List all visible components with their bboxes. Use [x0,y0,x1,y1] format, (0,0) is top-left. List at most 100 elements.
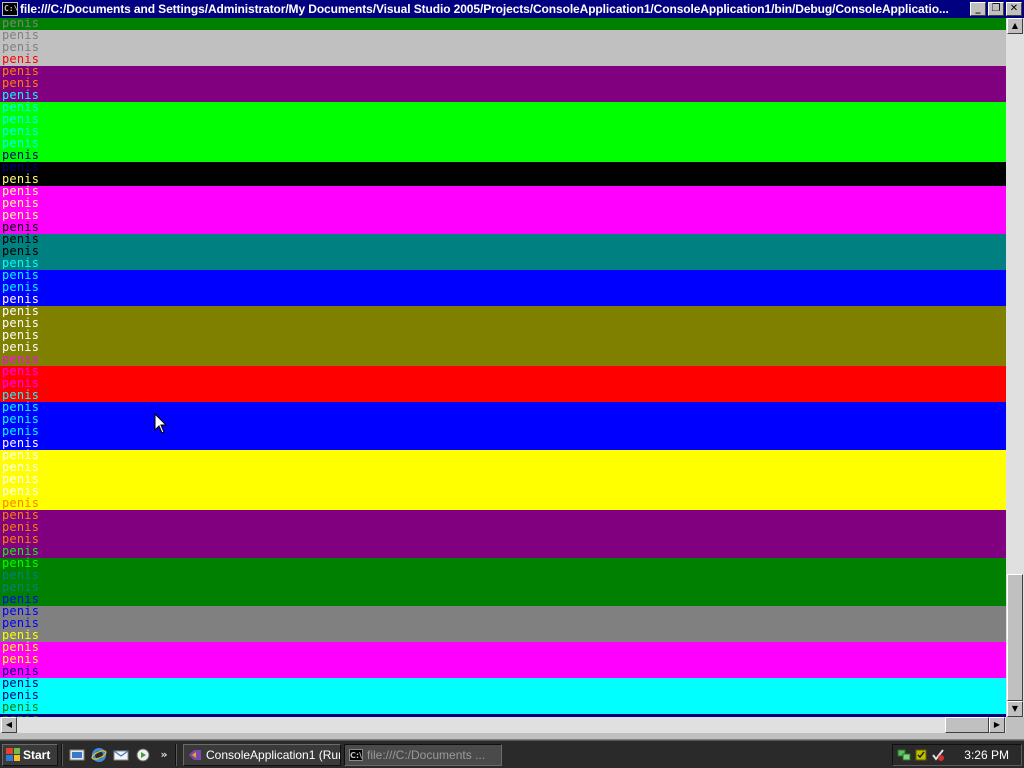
console-line: penis [0,593,1006,606]
console-line: penis [0,18,1006,30]
console-line-text: penis [2,89,40,101]
console-line-text: penis [2,617,40,629]
console-line: penis [0,677,1006,690]
console-line: penis [0,413,1006,426]
window-bottom-frame [0,733,1024,740]
console-line-text: penis [2,581,40,593]
console-line-text: penis [2,497,40,509]
console-line-text: penis [2,197,40,209]
internet-explorer-icon[interactable] [90,746,108,764]
task-button-console[interactable]: C:\ file:///C:/Documents ... [344,743,502,766]
vertical-scroll-thumb[interactable] [1007,574,1023,701]
console-line-text: penis [2,53,40,65]
console-line: penis [0,581,1006,594]
console-line-text: penis [2,293,40,305]
console-line: penis [0,629,1006,642]
console-line: penis [0,161,1006,174]
console-line: penis [0,473,1006,486]
console-line-text: penis [2,461,40,473]
console-line-text: penis [2,281,40,293]
scroll-left-button[interactable]: ◀ [1,717,17,733]
console-line-text: penis [2,137,40,149]
console-line: penis [0,521,1006,534]
console-line: penis [0,77,1006,90]
console-line-text: penis [2,389,40,401]
console-line: penis [0,245,1006,258]
console-line: penis [0,461,1006,474]
console-line: penis [0,317,1006,330]
console-line: penis [0,377,1006,390]
console-line: penis [0,329,1006,342]
console-line-text: penis [2,149,40,161]
console-line-text: penis [2,18,40,29]
console-line: penis [0,221,1006,234]
console-line-text: penis [2,545,40,557]
console-line: penis [0,341,1006,354]
console-line-text: penis [2,65,40,77]
console-line: penis [0,269,1006,282]
console-line-text: penis [2,269,40,281]
console-line-text: penis [2,401,40,413]
console-line: penis [0,197,1006,210]
console-line-text: penis [2,221,40,233]
console-line-text: penis [2,605,40,617]
console-line-text: penis [2,353,40,365]
start-button[interactable]: Start [2,743,58,766]
console-line: penis [0,701,1006,714]
task-button-label: ConsoleApplication1 (Run... [206,747,341,762]
clock[interactable]: 3:26 PM [964,748,1009,762]
outlook-express-icon[interactable] [112,746,130,764]
console-line: penis [0,365,1006,378]
console-output[interactable]: penis penis penis penis penis penis penis penis… [0,18,1006,717]
console-line-text: penis [2,125,40,137]
console-line: penis [0,569,1006,582]
minimize-button[interactable]: _ [970,2,986,16]
console-line-text: penis [2,245,40,257]
console-line-text: penis [2,377,40,389]
console-line-text: penis [2,677,40,689]
status-icon[interactable] [931,748,945,762]
close-button[interactable]: ✕ [1006,2,1022,16]
security-icon[interactable] [914,748,928,762]
console-line: penis [0,233,1006,246]
console-line-text: penis [2,437,40,449]
console-line: penis [0,293,1006,306]
quick-launch-chevron-icon[interactable]: » [158,746,170,764]
console-line-text: penis [2,665,40,677]
console-app-icon[interactable]: C:\ [2,2,18,16]
restore-button[interactable]: ❐ [988,2,1004,16]
horizontal-scroll-thumb[interactable] [945,717,989,733]
scroll-up-button[interactable]: ▲ [1007,18,1023,34]
console-icon: C:\ [349,748,363,761]
console-line-text: penis [2,653,40,665]
console-line-text: penis [2,641,40,653]
console-line: penis [0,173,1006,186]
console-line-text: penis [2,413,40,425]
console-line-text: penis [2,233,40,245]
scroll-right-button[interactable]: ▶ [989,717,1005,733]
horizontal-scrollbar[interactable]: ◀ ▶ [0,717,1006,733]
console-line: penis [0,641,1006,654]
vertical-scrollbar[interactable]: ▲ ▼ [1006,18,1024,717]
network-icon[interactable] [897,748,911,762]
console-line: penis [0,605,1006,618]
scroll-down-button[interactable]: ▼ [1007,701,1023,717]
show-desktop-icon[interactable] [68,746,86,764]
console-line-text: penis [2,161,40,173]
console-line-text: penis [2,329,40,341]
console-line: penis [0,353,1006,366]
console-line-text: penis [2,449,40,461]
media-player-icon[interactable] [134,746,152,764]
task-button-label: file:///C:/Documents ... [367,747,486,762]
console-line: penis [0,497,1006,510]
console-line-text: penis [2,317,40,329]
console-line: penis [0,617,1006,630]
console-line-text: penis [2,41,40,53]
console-line: penis [0,389,1006,402]
console-line: penis [0,113,1006,126]
console-line: penis [0,41,1006,54]
taskbar-separator [175,743,177,766]
console-line-text: penis [2,485,40,497]
window-titlebar[interactable]: C:\ file:///C:/Documents and Settings/Ad… [0,0,1024,18]
task-button-visual-studio[interactable]: ConsoleApplication1 (Run... [183,743,341,766]
